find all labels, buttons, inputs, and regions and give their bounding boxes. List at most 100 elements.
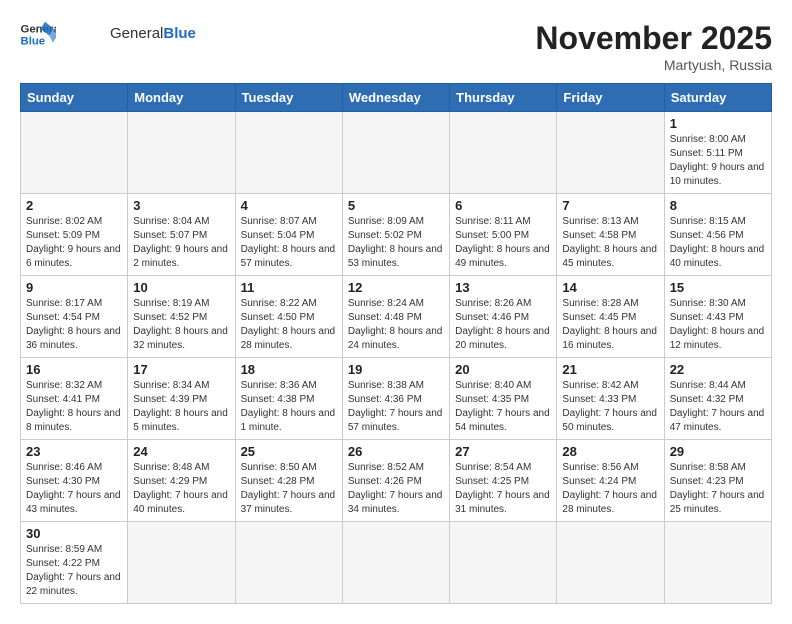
day-info: Sunrise: 8:40 AM Sunset: 4:35 PM Dayligh… [455, 379, 551, 435]
day-info: Sunrise: 8:28 AM Sunset: 4:45 PM Dayligh… [562, 297, 658, 353]
day-number: 9 [26, 280, 122, 295]
day-info: Sunrise: 8:38 AM Sunset: 4:36 PM Dayligh… [348, 379, 444, 435]
calendar-cell [21, 112, 128, 194]
calendar-cell [664, 522, 771, 604]
day-info: Sunrise: 8:13 AM Sunset: 4:58 PM Dayligh… [562, 215, 658, 271]
day-info: Sunrise: 8:07 AM Sunset: 5:04 PM Dayligh… [241, 215, 337, 271]
calendar-cell: 5 Sunrise: 8:09 AM Sunset: 5:02 PM Daylig… [342, 194, 449, 276]
day-info: Sunrise: 8:15 AM Sunset: 4:56 PM Dayligh… [670, 215, 766, 271]
day-info: Sunrise: 8:19 AM Sunset: 4:52 PM Dayligh… [133, 297, 229, 353]
calendar-cell [128, 522, 235, 604]
weekday-header-saturday: Saturday [664, 84, 771, 112]
day-number: 21 [562, 362, 658, 377]
day-info: Sunrise: 8:26 AM Sunset: 4:46 PM Dayligh… [455, 297, 551, 353]
svg-text:Blue: Blue [21, 36, 46, 48]
calendar-cell: 10 Sunrise: 8:19 AM Sunset: 4:52 PM Dayli… [128, 276, 235, 358]
day-info: Sunrise: 8:30 AM Sunset: 4:43 PM Dayligh… [670, 297, 766, 353]
calendar-cell: 22 Sunrise: 8:44 AM Sunset: 4:32 PM Dayli… [664, 358, 771, 440]
calendar-cell [128, 112, 235, 194]
day-number: 19 [348, 362, 444, 377]
day-info: Sunrise: 8:11 AM Sunset: 5:00 PM Dayligh… [455, 215, 551, 271]
logo: General Blue GeneralBlue [20, 20, 196, 48]
calendar-cell: 15 Sunrise: 8:30 AM Sunset: 4:43 PM Dayli… [664, 276, 771, 358]
day-info: Sunrise: 8:09 AM Sunset: 5:02 PM Dayligh… [348, 215, 444, 271]
calendar-cell: 19 Sunrise: 8:38 AM Sunset: 4:36 PM Dayli… [342, 358, 449, 440]
calendar-cell [557, 522, 664, 604]
month-title: November 2025 [535, 20, 772, 57]
day-info: Sunrise: 8:04 AM Sunset: 5:07 PM Dayligh… [133, 215, 229, 271]
calendar-cell: 13 Sunrise: 8:26 AM Sunset: 4:46 PM Dayli… [450, 276, 557, 358]
day-info: Sunrise: 8:22 AM Sunset: 4:50 PM Dayligh… [241, 297, 337, 353]
day-number: 16 [26, 362, 122, 377]
calendar-cell: 12 Sunrise: 8:24 AM Sunset: 4:48 PM Dayli… [342, 276, 449, 358]
calendar-cell: 27 Sunrise: 8:54 AM Sunset: 4:25 PM Dayli… [450, 440, 557, 522]
calendar-cell: 3 Sunrise: 8:04 AM Sunset: 5:07 PM Daylig… [128, 194, 235, 276]
day-number: 6 [455, 198, 551, 213]
day-number: 29 [670, 444, 766, 459]
day-number: 11 [241, 280, 337, 295]
day-number: 1 [670, 116, 766, 131]
day-info: Sunrise: 8:36 AM Sunset: 4:38 PM Dayligh… [241, 379, 337, 435]
weekday-header-friday: Friday [557, 84, 664, 112]
day-number: 23 [26, 444, 122, 459]
calendar-cell: 20Sunrise: 8:40 AM Sunset: 4:35 PM Dayli… [450, 358, 557, 440]
day-number: 10 [133, 280, 229, 295]
calendar-week-row: 16 Sunrise: 8:32 AM Sunset: 4:41 PM Dayli… [21, 358, 772, 440]
weekday-header-wednesday: Wednesday [342, 84, 449, 112]
day-number: 18 [241, 362, 337, 377]
day-number: 8 [670, 198, 766, 213]
calendar-cell: 25 Sunrise: 8:50 AM Sunset: 4:28 PM Dayli… [235, 440, 342, 522]
calendar-cell: 30 Sunrise: 8:59 AM Sunset: 4:22 PM Dayli… [21, 522, 128, 604]
calendar-cell: 9 Sunrise: 8:17 AM Sunset: 4:54 PM Daylig… [21, 276, 128, 358]
day-number: 7 [562, 198, 658, 213]
day-number: 5 [348, 198, 444, 213]
day-info: Sunrise: 8:02 AM Sunset: 5:09 PM Dayligh… [26, 215, 122, 271]
day-info: Sunrise: 8:24 AM Sunset: 4:48 PM Dayligh… [348, 297, 444, 353]
day-number: 3 [133, 198, 229, 213]
calendar-cell [235, 112, 342, 194]
day-number: 22 [670, 362, 766, 377]
calendar-cell: 24Sunrise: 8:48 AM Sunset: 4:29 PM Dayli… [128, 440, 235, 522]
calendar-cell: 1 Sunrise: 8:00 AM Sunset: 5:11 PM Daylig… [664, 112, 771, 194]
day-number: 24 [133, 444, 229, 459]
calendar-cell: 14 Sunrise: 8:28 AM Sunset: 4:45 PM Dayli… [557, 276, 664, 358]
day-number: 17 [133, 362, 229, 377]
weekday-header-monday: Monday [128, 84, 235, 112]
calendar-week-row: 9 Sunrise: 8:17 AM Sunset: 4:54 PM Daylig… [21, 276, 772, 358]
calendar-cell [342, 112, 449, 194]
day-info: Sunrise: 8:56 AM Sunset: 4:24 PM Dayligh… [562, 461, 658, 517]
day-number: 13 [455, 280, 551, 295]
day-info: Sunrise: 8:17 AM Sunset: 4:54 PM Dayligh… [26, 297, 122, 353]
day-number: 12 [348, 280, 444, 295]
calendar-cell: 11 Sunrise: 8:22 AM Sunset: 4:50 PM Dayli… [235, 276, 342, 358]
day-info: Sunrise: 8:44 AM Sunset: 4:32 PM Dayligh… [670, 379, 766, 435]
calendar-cell: 4Sunrise: 8:07 AM Sunset: 5:04 PM Daylig… [235, 194, 342, 276]
calendar-week-row: 1 Sunrise: 8:00 AM Sunset: 5:11 PM Daylig… [21, 112, 772, 194]
day-number: 30 [26, 526, 122, 541]
day-number: 14 [562, 280, 658, 295]
calendar-week-row: 30 Sunrise: 8:59 AM Sunset: 4:22 PM Dayli… [21, 522, 772, 604]
day-number: 2 [26, 198, 122, 213]
calendar-cell: 6 Sunrise: 8:11 AM Sunset: 5:00 PM Daylig… [450, 194, 557, 276]
day-info: Sunrise: 8:34 AM Sunset: 4:39 PM Dayligh… [133, 379, 229, 435]
calendar: SundayMondayTuesdayWednesdayThursdayFrid… [20, 83, 772, 604]
calendar-cell [450, 522, 557, 604]
day-number: 25 [241, 444, 337, 459]
day-info: Sunrise: 8:50 AM Sunset: 4:28 PM Dayligh… [241, 461, 337, 517]
day-info: Sunrise: 8:00 AM Sunset: 5:11 PM Dayligh… [670, 133, 766, 189]
calendar-cell [342, 522, 449, 604]
location: Martyush, Russia [535, 57, 772, 73]
day-info: Sunrise: 8:54 AM Sunset: 4:25 PM Dayligh… [455, 461, 551, 517]
calendar-cell: 16 Sunrise: 8:32 AM Sunset: 4:41 PM Dayli… [21, 358, 128, 440]
day-number: 27 [455, 444, 551, 459]
day-info: Sunrise: 8:58 AM Sunset: 4:23 PM Dayligh… [670, 461, 766, 517]
day-info: Sunrise: 8:59 AM Sunset: 4:22 PM Dayligh… [26, 543, 122, 599]
calendar-cell: 18 Sunrise: 8:36 AM Sunset: 4:38 PM Dayli… [235, 358, 342, 440]
calendar-cell: 7 Sunrise: 8:13 AM Sunset: 4:58 PM Daylig… [557, 194, 664, 276]
day-number: 15 [670, 280, 766, 295]
weekday-header-row: SundayMondayTuesdayWednesdayThursdayFrid… [21, 84, 772, 112]
calendar-cell: 21Sunrise: 8:42 AM Sunset: 4:33 PM Dayli… [557, 358, 664, 440]
day-info: Sunrise: 8:46 AM Sunset: 4:30 PM Dayligh… [26, 461, 122, 517]
day-info: Sunrise: 8:32 AM Sunset: 4:41 PM Dayligh… [26, 379, 122, 435]
day-number: 28 [562, 444, 658, 459]
